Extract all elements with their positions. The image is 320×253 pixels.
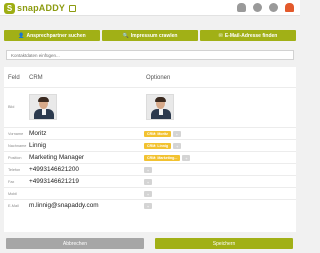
option-photo[interactable] <box>146 94 174 120</box>
contact-photo <box>29 94 57 120</box>
crm-value[interactable]: Linnig <box>29 142 46 149</box>
crawl-imprint-label: Impressum crawlen <box>130 32 178 39</box>
add-option-button[interactable]: + <box>173 143 182 149</box>
table-row-position: Position Marketing Manager CRM: Marketin… <box>4 151 296 163</box>
crm-value[interactable]: +4993146621219 <box>29 178 79 185</box>
option-pill[interactable]: CRM: Linnig <box>144 143 172 149</box>
field-label: Vorname <box>8 132 24 136</box>
top-icons <box>237 3 294 12</box>
search-icon: 🔍 <box>122 32 129 39</box>
contact-table: Feld CRM Optionen Bild Vorname Moritz CR… <box>4 67 296 232</box>
table-row-telefon: Telefon +4993146621200 + <box>4 163 296 175</box>
table-row-nachname: Nachname Linnig CRM: Linnig + <box>4 139 296 151</box>
table-row-vorname: Vorname Moritz CRM: Moritz + <box>4 127 296 139</box>
add-option-button[interactable]: + <box>144 167 152 173</box>
grid-icon[interactable] <box>253 3 262 12</box>
contact-data-input[interactable] <box>6 50 294 60</box>
add-option-button[interactable]: + <box>182 155 191 161</box>
option-contact-photo <box>146 94 174 120</box>
field-label: Fax <box>8 180 15 184</box>
field-label: Bild <box>8 105 15 109</box>
add-option-button[interactable]: + <box>172 131 181 137</box>
header-crm: CRM <box>29 75 43 81</box>
crm-value[interactable]: Marketing Manager <box>29 154 84 161</box>
cancel-button[interactable]: Abbrechen <box>6 238 144 249</box>
snapaddy-logo[interactable]: S snapADDY <box>4 2 77 14</box>
find-email-button[interactable]: ✉ E-Mail-Adresse finden <box>200 30 296 41</box>
option-pill[interactable]: CRM: Marketing... <box>144 155 181 161</box>
save-button[interactable]: Speichern <box>155 238 293 249</box>
option-pill[interactable]: CRM: Moritz <box>144 131 171 137</box>
logo-text: snapADDY <box>17 3 66 13</box>
crm-value[interactable]: Moritz <box>29 130 46 137</box>
table-row-mobil: Mobil + <box>4 187 296 199</box>
window-icon <box>69 4 77 12</box>
crm-value[interactable]: +4993146621200 <box>29 166 79 173</box>
find-contact-person-label: Ansprechpartner suchen <box>26 32 86 39</box>
header-optionen: Optionen <box>146 75 171 81</box>
user-icon[interactable] <box>237 3 246 12</box>
crm-value[interactable]: m.linnig@snapaddy.com <box>29 202 99 209</box>
logo-mark: S <box>4 2 15 14</box>
action-bar: 👤 Ansprechpartner suchen 🔍 Impressum cra… <box>4 30 296 41</box>
find-contact-person-button[interactable]: 👤 Ansprechpartner suchen <box>4 30 100 41</box>
envelope-icon: ✉ <box>218 32 223 39</box>
crm-photo[interactable] <box>29 94 57 120</box>
table-row-bild: Bild <box>4 87 296 127</box>
table-row-email: E-Mail m.linnig@snapaddy.com + <box>4 199 296 211</box>
add-option-button[interactable]: + <box>144 191 152 197</box>
find-email-label: E-Mail-Adresse finden <box>224 32 278 39</box>
table-row-fax: Fax +4993146621219 + <box>4 175 296 187</box>
field-label: Mobil <box>8 192 18 196</box>
field-label: Telefon <box>8 168 21 172</box>
crawl-imprint-button[interactable]: 🔍 Impressum crawlen <box>102 30 198 41</box>
header-feld: Feld <box>8 75 20 81</box>
field-label: Nachname <box>8 144 27 148</box>
user-icon: 👤 <box>18 32 25 39</box>
add-option-button[interactable]: + <box>144 179 152 185</box>
field-label: Position <box>8 156 22 160</box>
settings-icon[interactable] <box>269 3 278 12</box>
add-option-button[interactable]: + <box>144 203 152 209</box>
notification-bell-icon[interactable] <box>285 3 294 12</box>
top-bar: S snapADDY <box>0 0 300 16</box>
field-label: E-Mail <box>8 204 19 208</box>
